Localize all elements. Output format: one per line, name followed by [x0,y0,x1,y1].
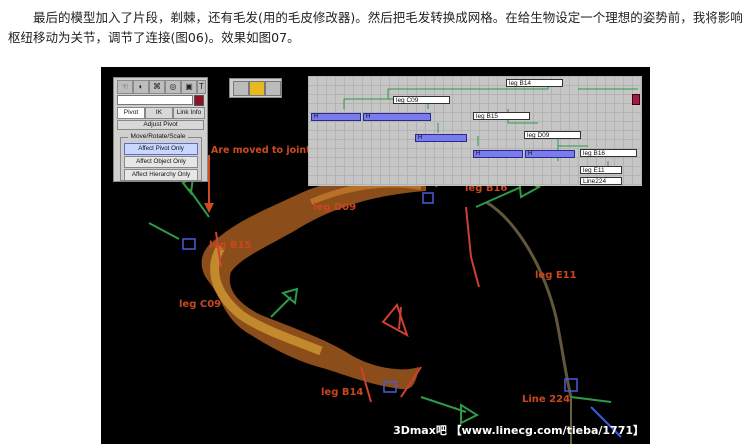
watermark: 3Dmax吧 【www.linecg.com/tieba/1771】 [393,424,644,437]
affect-hierarchy-only-button[interactable]: Affect Hierarchy Only [124,169,198,181]
helper-node-4[interactable]: H [473,150,523,158]
tab-ik[interactable]: IK [145,107,173,119]
schematic-node-line224[interactable]: Line224 [580,177,622,185]
viewport-screenshot: Are moved to joints leg B16 leg D09 leg … [101,67,650,444]
motion-icon[interactable]: ◎ [165,80,181,94]
schematic-node-b14[interactable]: leg B14 [506,79,563,87]
helper-node-2[interactable]: H [363,113,431,121]
helper-node-3[interactable]: H [415,134,467,142]
schematic-node-d09[interactable]: leg D09 [524,131,581,139]
create-icon[interactable]: ☜ [117,80,133,94]
link-icon[interactable] [265,81,281,96]
tab-pivot[interactable]: Pivot [117,107,145,119]
article-paragraph: 最后的模型加入了片段，剃棘，还有毛发(用的毛皮修改器)。然后把毛发转换成网格。在… [8,10,743,45]
annotation-text: Are moved to joints [211,145,317,156]
utilities-icon[interactable]: T [197,80,206,94]
snap-toolbar [229,78,282,98]
display-icon[interactable]: ▣ [181,80,197,94]
hierarchy-icon[interactable]: ⌘ [149,80,165,94]
label-leg-b15: leg B15 [209,240,252,251]
object-name-field[interactable] [117,95,193,105]
adjust-pivot-rollout[interactable]: Adjust Pivot [117,120,204,130]
label-leg-b14: leg B14 [321,387,364,398]
helper-node-1[interactable]: H [311,113,361,121]
snap-icon[interactable] [233,81,249,96]
modify-icon[interactable]: ◐ [133,80,149,94]
schematic-node-e11[interactable]: leg E11 [580,166,622,174]
tab-link-info[interactable]: Link Info [173,107,205,119]
label-leg-d09: leg D09 [313,202,357,213]
affect-pivot-only-button[interactable]: Affect Pivot Only [124,143,198,155]
affect-object-only-button[interactable]: Affect Object Only [124,156,198,168]
helper-node-5[interactable]: H [525,150,575,158]
label-leg-c09: leg C09 [179,299,222,310]
move-rotate-scale-title: Move/Rotate/Scale [128,133,188,141]
schematic-view[interactable]: leg B14 leg C09 leg B15 leg D09 leg B16 … [308,76,642,186]
schematic-selected-node[interactable] [632,94,640,105]
schematic-node-c09[interactable]: leg C09 [393,96,450,104]
schematic-node-b15[interactable]: leg B15 [473,112,530,120]
label-leg-e11: leg E11 [535,270,577,281]
hierarchy-panel: ☜ ◐ ⌘ ◎ ▣ T Pivot IK Link Info Adjust Pi… [113,77,208,182]
select-icon[interactable] [249,81,265,96]
schematic-node-b16[interactable]: leg B16 [580,149,637,157]
label-line224: Line 224 [522,394,571,405]
object-color-swatch[interactable] [194,95,204,106]
